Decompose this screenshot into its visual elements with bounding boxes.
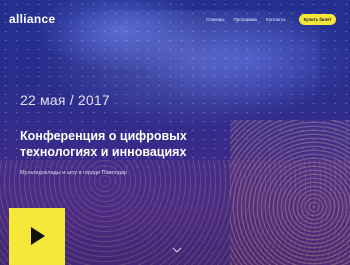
play-video-button[interactable]: [9, 208, 65, 265]
buy-ticket-button[interactable]: Купить билет: [299, 14, 336, 25]
scroll-down-button[interactable]: [172, 246, 182, 254]
page-title: Конференция о цифровых технологиях и инн…: [20, 129, 187, 159]
nav-item-speakers[interactable]: Спикеры: [206, 17, 224, 22]
play-icon: [31, 227, 45, 245]
nav-item-contacts[interactable]: Контакты: [266, 17, 285, 22]
event-subtitle: Мультидоклады и шоу в городе Павлодар: [20, 170, 128, 176]
event-date: 22 мая / 2017: [20, 92, 110, 108]
brand-logo[interactable]: alliance: [9, 12, 55, 26]
nav-item-program[interactable]: Программа: [233, 17, 257, 22]
chevron-down-icon: [172, 247, 182, 253]
main-nav: Спикеры Программа Контакты: [206, 17, 285, 22]
top-navigation: alliance Спикеры Программа Контакты Купи…: [0, 0, 350, 38]
